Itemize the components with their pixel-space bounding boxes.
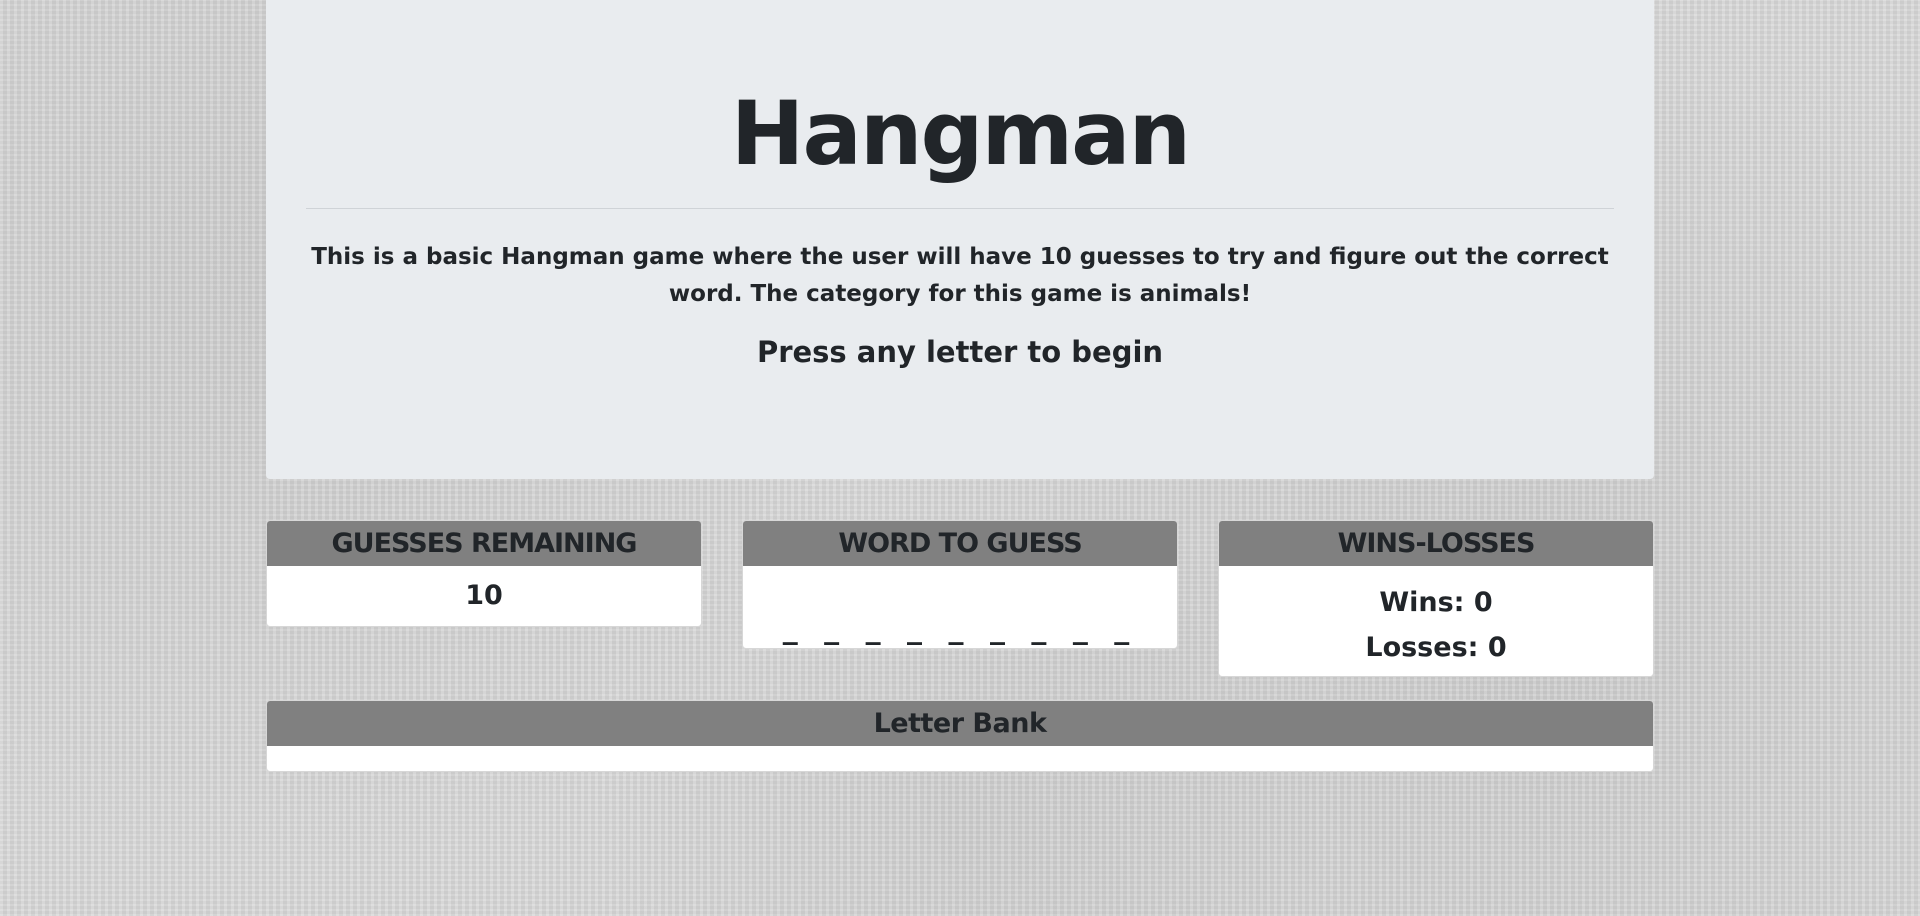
word-to-guess-heading: WORD TO GUESS bbox=[743, 521, 1177, 566]
wins-losses-panel: WINS-LOSSES Wins: 0 Losses: 0 bbox=[1218, 520, 1654, 677]
guesses-remaining-value: 10 bbox=[465, 580, 503, 611]
wins-losses-heading: WINS-LOSSES bbox=[1219, 521, 1653, 566]
word-to-guess-panel: WORD TO GUESS _ _ _ _ _ _ _ _ _ bbox=[742, 520, 1178, 649]
stats-panels: GUESSES REMAINING 10 WORD TO GUESS _ _ _… bbox=[266, 520, 1654, 700]
game-description: This is a basic Hangman game where the u… bbox=[311, 244, 1609, 307]
letter-bank-panel: Letter Bank bbox=[266, 700, 1654, 772]
page-title: Hangman bbox=[730, 82, 1191, 185]
guesses-remaining-heading: GUESSES REMAINING bbox=[267, 521, 701, 566]
letter-bank-letters bbox=[267, 746, 1653, 771]
wins-count: Wins: 0 bbox=[1379, 587, 1493, 618]
wins-losses-body: Wins: 0 Losses: 0 bbox=[1219, 566, 1653, 676]
guesses-remaining-panel: GUESSES REMAINING 10 bbox=[266, 520, 702, 627]
start-prompt: Press any letter to begin bbox=[756, 335, 1164, 369]
losses-count: Losses: 0 bbox=[1365, 632, 1507, 663]
word-blanks: _ _ _ _ _ _ _ _ _ bbox=[782, 611, 1138, 646]
game-container: Hangman This is a basic Hangman game whe… bbox=[266, 0, 1654, 772]
divider bbox=[306, 208, 1614, 209]
word-to-guess-body: _ _ _ _ _ _ _ _ _ bbox=[743, 566, 1177, 648]
letter-bank-heading: Letter Bank bbox=[267, 701, 1653, 746]
jumbotron: Hangman This is a basic Hangman game whe… bbox=[266, 0, 1654, 479]
